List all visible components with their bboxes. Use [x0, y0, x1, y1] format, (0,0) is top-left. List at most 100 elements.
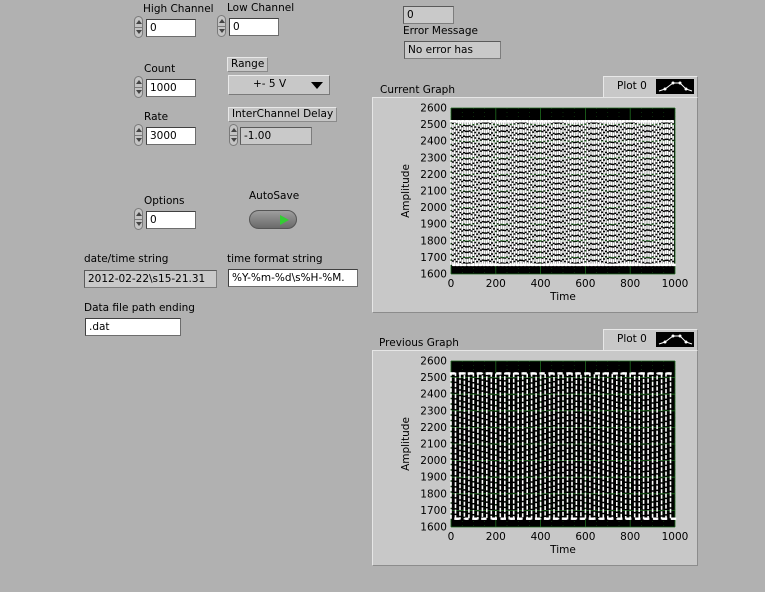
- data-point: [552, 120, 555, 123]
- data-file-path-ending-input[interactable]: .dat: [85, 318, 181, 336]
- interchannel-delay-input[interactable]: -1.00: [240, 127, 312, 145]
- y-tick-label: 2600: [420, 103, 447, 115]
- data-point: [582, 517, 586, 520]
- data-point: [658, 263, 661, 267]
- data-point: [574, 120, 578, 123]
- data-point: [651, 372, 654, 375]
- x-tick-label: 1000: [662, 278, 689, 290]
- data-point: [583, 263, 586, 267]
- data-point: [456, 263, 460, 267]
- x-tick-label: 200: [486, 531, 506, 543]
- data-point: [602, 517, 605, 520]
- data-point: [508, 372, 511, 375]
- range-select[interactable]: +- 5 V: [228, 75, 330, 95]
- current-graph-chart[interactable]: 1600170018001900200021002200230024002500…: [373, 98, 697, 312]
- y-tick-label: 2600: [420, 356, 447, 368]
- data-point: [477, 120, 481, 123]
- previous-graph-legend[interactable]: Plot 0: [603, 329, 698, 351]
- data-point: [526, 120, 529, 123]
- data-point: [577, 120, 581, 123]
- high-channel-input[interactable]: 0: [146, 19, 196, 37]
- data-point: [530, 120, 533, 123]
- data-point: [512, 517, 515, 520]
- data-point: [498, 263, 501, 267]
- interchannel-delay-label: InterChannel Delay: [228, 107, 338, 122]
- count-label: Count: [144, 63, 176, 75]
- data-point: [650, 263, 654, 267]
- x-axis-label: Time: [549, 544, 576, 556]
- data-point: [499, 372, 502, 375]
- data-point: [629, 517, 632, 520]
- data-point: [481, 120, 484, 123]
- data-point: [505, 263, 509, 267]
- time-format-string-label: time format string: [227, 253, 323, 265]
- data-point: [515, 120, 518, 123]
- x-tick-label: 600: [575, 531, 595, 543]
- data-point: [479, 263, 483, 267]
- data-point: [559, 120, 563, 123]
- high-channel-spinner[interactable]: [134, 16, 143, 38]
- x-tick-label: 800: [620, 531, 640, 543]
- options-spinner[interactable]: [134, 208, 143, 230]
- data-point: [611, 517, 614, 520]
- error-message-label: Error Message: [403, 25, 478, 37]
- data-point: [660, 120, 663, 123]
- data-point: [466, 517, 469, 520]
- x-tick-label: 800: [620, 278, 640, 290]
- data-point: [624, 263, 628, 267]
- x-tick-label: 600: [575, 278, 595, 290]
- data-point: [470, 372, 474, 375]
- autosave-button[interactable]: [249, 210, 297, 229]
- plot-legend-label: Plot 0: [617, 80, 647, 92]
- rate-spinner[interactable]: [134, 124, 143, 146]
- data-point: [573, 517, 577, 520]
- data-point: [539, 263, 542, 267]
- data-point: [468, 263, 471, 267]
- interchannel-delay-spinner[interactable]: [229, 124, 238, 146]
- data-point: [655, 517, 659, 520]
- data-point: [581, 120, 585, 123]
- data-point: [619, 120, 622, 123]
- data-point: [630, 120, 633, 123]
- data-point: [643, 263, 646, 267]
- data-point: [487, 263, 490, 267]
- data-point: [604, 120, 607, 123]
- data-point: [569, 263, 572, 267]
- data-point: [628, 263, 631, 267]
- options-input[interactable]: 0: [146, 211, 196, 229]
- data-point: [673, 517, 677, 520]
- previous-graph-chart[interactable]: 1600170018001900200021002200230024002500…: [373, 351, 697, 565]
- current-graph-legend[interactable]: Plot 0: [603, 76, 698, 98]
- data-point: [633, 372, 636, 375]
- data-point: [472, 263, 475, 267]
- x-tick-label: 0: [448, 278, 455, 290]
- data-point: [647, 263, 650, 267]
- led-indicator: [280, 215, 289, 225]
- data-point: [673, 263, 676, 267]
- time-format-string-input[interactable]: %Y-%m-%d\s%H-%M.: [228, 269, 358, 287]
- data-point: [528, 517, 532, 520]
- low-channel-spinner[interactable]: [217, 15, 226, 37]
- rate-input[interactable]: 3000: [146, 127, 196, 145]
- data-point: [503, 517, 506, 520]
- data-point: [555, 517, 559, 520]
- data-point: [585, 120, 588, 123]
- data-point: [648, 120, 652, 123]
- low-channel-input[interactable]: 0: [229, 18, 279, 36]
- data-point: [563, 120, 567, 123]
- data-point: [641, 120, 644, 123]
- data-point: [524, 372, 527, 375]
- data-point: [457, 517, 460, 520]
- autosave-label: AutoSave: [249, 190, 300, 202]
- data-point: [561, 263, 565, 267]
- data-point: [533, 120, 537, 123]
- count-input[interactable]: 1000: [146, 79, 196, 97]
- count-spinner[interactable]: [134, 76, 143, 98]
- current-graph-panel: 1600 1700 1800 1900 2000 2100 2200 2300 2400 2500…: [372, 97, 698, 313]
- y-tick-label: 1700: [420, 252, 447, 264]
- y-tick-label: 2100: [420, 439, 447, 451]
- data-point: [606, 372, 609, 375]
- data-point: [642, 372, 645, 375]
- data-point: [661, 263, 665, 267]
- y-tick-label: 1700: [420, 505, 447, 517]
